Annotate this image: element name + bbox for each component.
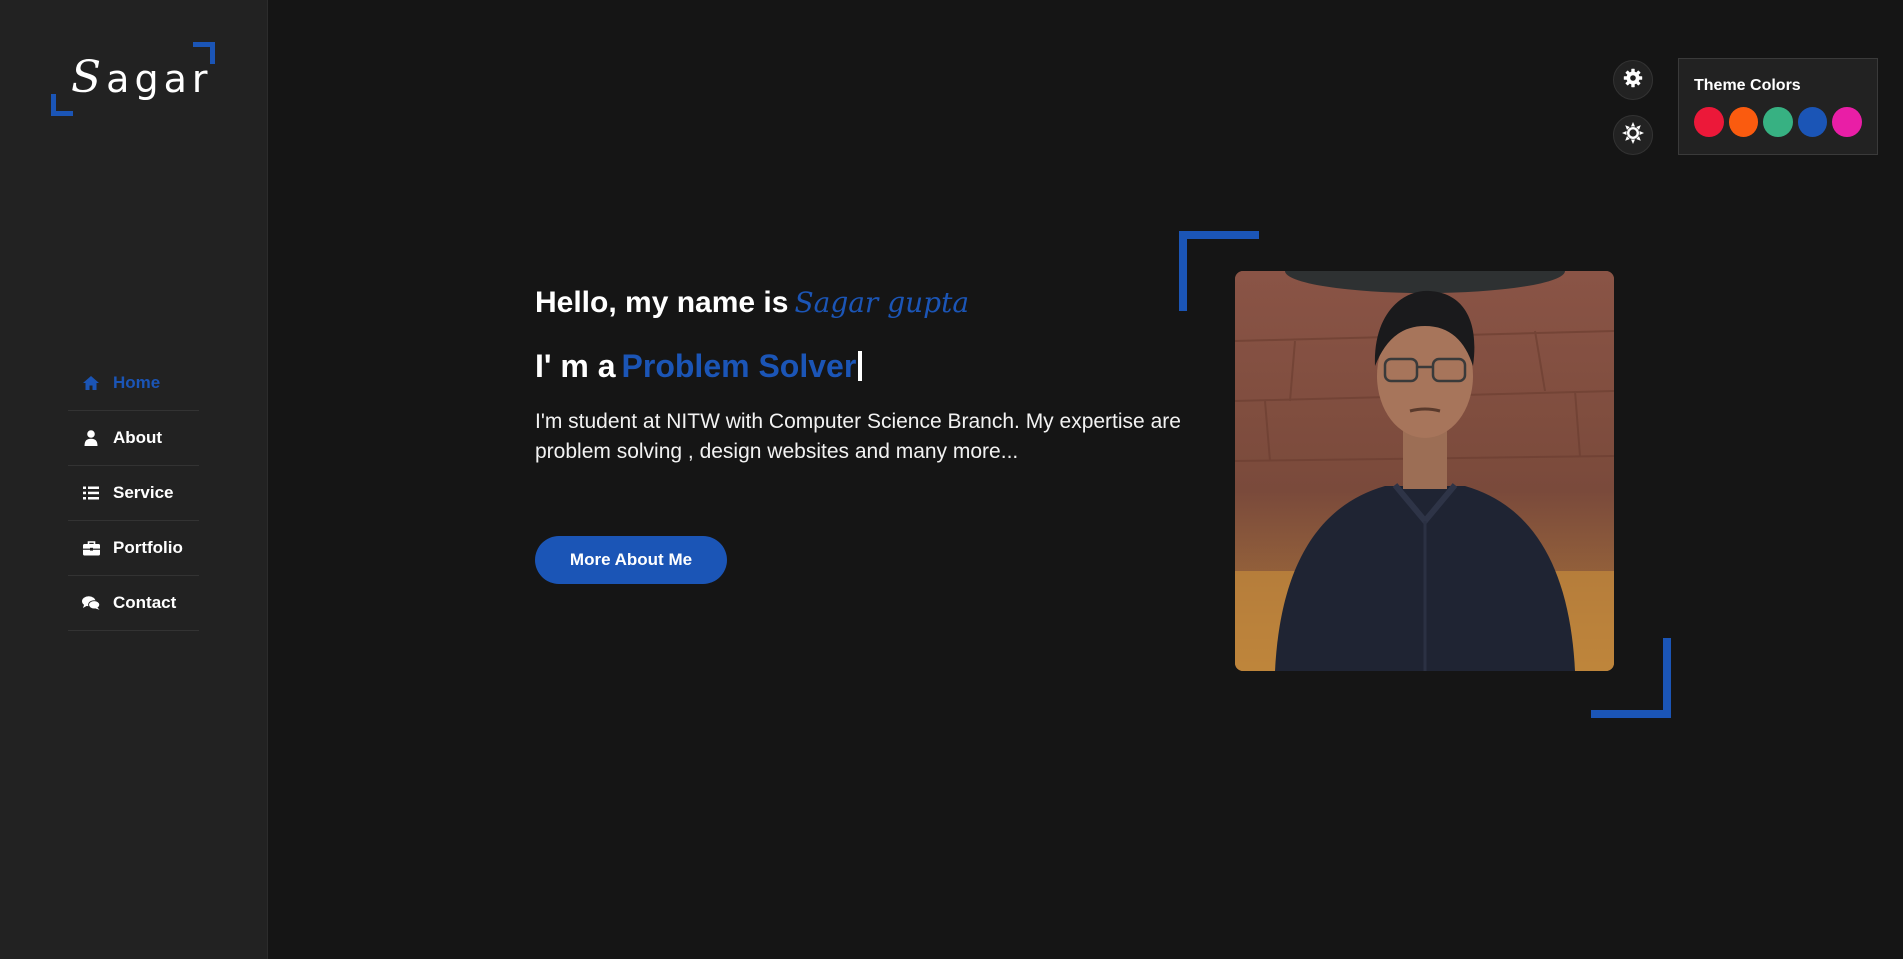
theme-colors-panel: Theme Colors xyxy=(1678,58,1878,155)
hero-description: I'm student at NITW with Computer Scienc… xyxy=(535,410,1181,463)
nav-item-home[interactable]: Home xyxy=(68,356,199,411)
nav-label-about: About xyxy=(113,428,163,447)
hero-name: Sagar gupta xyxy=(794,286,970,319)
theme-mode-button[interactable] xyxy=(1613,115,1653,155)
role-prefix: I' m a xyxy=(535,348,616,384)
color-swatch-blue[interactable] xyxy=(1797,107,1828,137)
gear-icon xyxy=(1623,68,1643,93)
color-swatch-pink[interactable] xyxy=(1832,107,1862,137)
hero-role-line: I' m a Problem Solver xyxy=(535,348,863,385)
briefcase-icon xyxy=(82,539,100,557)
hero-greeting: Hello, my name is Sagar gupta xyxy=(535,286,969,320)
comments-icon xyxy=(82,594,100,612)
logo-corner-bottom-left xyxy=(51,94,73,116)
color-swatch-red[interactable] xyxy=(1694,107,1724,137)
theme-colors-title: Theme Colors xyxy=(1694,77,1801,94)
settings-button[interactable] xyxy=(1613,60,1653,100)
logo-text: Sagar xyxy=(71,52,213,103)
profile-photo xyxy=(1235,271,1614,671)
nav-label-portfolio: Portfolio xyxy=(113,538,183,557)
nav-item-portfolio[interactable]: Portfolio xyxy=(68,521,199,576)
list-icon xyxy=(82,484,100,502)
nav-item-service[interactable]: Service xyxy=(68,466,199,521)
sidebar: Sagar Home About Service Portfolio Conta… xyxy=(0,0,268,959)
nav-label-contact: Contact xyxy=(113,593,177,612)
typed-role: Problem Solver xyxy=(621,348,857,384)
typing-cursor xyxy=(858,351,863,381)
logo[interactable]: Sagar xyxy=(51,42,215,116)
theme-swatches xyxy=(1694,107,1862,137)
more-about-me-button[interactable]: More About Me xyxy=(535,536,727,584)
nav-item-about[interactable]: About xyxy=(68,411,199,466)
color-swatch-orange[interactable] xyxy=(1728,107,1759,137)
user-icon xyxy=(82,429,100,447)
greeting-text: Hello, my name is xyxy=(535,286,789,319)
nav-item-contact[interactable]: Contact xyxy=(68,576,199,631)
home-icon xyxy=(82,374,100,392)
color-swatch-green[interactable] xyxy=(1763,107,1793,137)
sun-icon xyxy=(1622,121,1644,149)
nav-label-home: Home xyxy=(113,373,161,392)
nav-label-service: Service xyxy=(113,483,174,502)
main-nav: Home About Service Portfolio Contact xyxy=(68,356,199,631)
